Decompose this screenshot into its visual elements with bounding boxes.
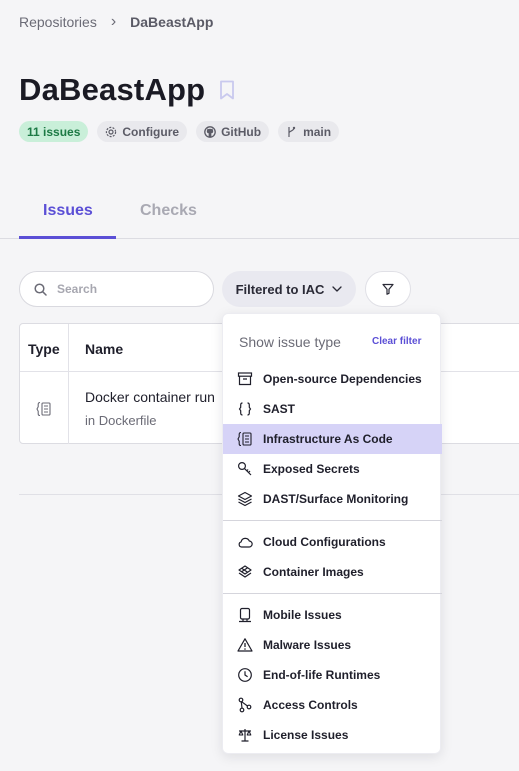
repo-chips: 11 issues Configure GitHub main xyxy=(19,121,340,142)
iac-icon xyxy=(36,401,51,417)
issue-type-filter-button[interactable]: Filtered to IAC xyxy=(222,271,356,307)
title-row: DaBeastApp xyxy=(19,72,235,108)
column-divider xyxy=(68,324,69,444)
menu-item-container-images[interactable]: Container Images xyxy=(223,557,442,587)
menu-item-label: License Issues xyxy=(263,728,349,742)
tab-issues[interactable]: Issues xyxy=(43,202,93,220)
menu-item-label: Infrastructure As Code xyxy=(263,432,393,446)
menu-divider xyxy=(223,593,442,594)
menu-divider xyxy=(223,520,442,521)
key-icon xyxy=(237,461,252,476)
menu-item-access-controls[interactable]: Access Controls xyxy=(223,690,442,720)
branch-label: main xyxy=(303,124,332,139)
page-header: Repositories › DaBeastApp DaBeastApp 11 … xyxy=(0,0,519,239)
menu-item-label: SAST xyxy=(263,402,296,416)
layers-icon xyxy=(237,491,253,507)
github-link[interactable]: GitHub xyxy=(196,121,270,142)
menu-item-sast[interactable]: SAST xyxy=(223,394,442,424)
branch-nodes-icon xyxy=(238,697,252,713)
menu-item-cloud-configurations[interactable]: Cloud Configurations xyxy=(223,527,442,557)
mobile-icon xyxy=(239,607,251,623)
menu-item-label: Open-source Dependencies xyxy=(263,372,422,386)
breadcrumb-repositories-link[interactable]: Repositories xyxy=(19,14,97,30)
menu-item-exposed-secrets[interactable]: Exposed Secrets xyxy=(223,454,442,484)
branch-selector[interactable]: main xyxy=(278,121,340,142)
gear-icon xyxy=(106,126,117,137)
github-icon xyxy=(204,125,216,138)
bookmark-icon[interactable] xyxy=(219,80,235,100)
menu-item-mobile-issues[interactable]: Mobile Issues xyxy=(223,600,442,630)
menu-item-dast-surface-monitoring[interactable]: DAST/Surface Monitoring xyxy=(223,484,442,514)
menu-item-label: DAST/Surface Monitoring xyxy=(263,492,409,506)
menu-item-end-of-life-runtimes[interactable]: End-of-life Runtimes xyxy=(223,660,442,690)
scale-icon xyxy=(238,729,252,742)
package-icon xyxy=(237,372,253,386)
braces-icon xyxy=(238,402,252,416)
github-label: GitHub xyxy=(221,124,262,139)
dropdown-heading: Show issue type xyxy=(239,334,341,350)
menu-item-label: Cloud Configurations xyxy=(263,535,386,549)
git-branch-icon xyxy=(288,126,296,137)
menu-item-license-issues[interactable]: License Issues xyxy=(223,720,442,750)
column-header-type[interactable]: Type xyxy=(28,341,60,357)
cloud-icon xyxy=(238,537,253,548)
menu-item-infrastructure-as-code[interactable]: Infrastructure As Code xyxy=(223,424,442,454)
search-box[interactable] xyxy=(19,271,214,307)
breadcrumb: Repositories › DaBeastApp xyxy=(19,13,213,31)
page-title: DaBeastApp xyxy=(19,72,206,107)
issues-count-badge[interactable]: 11 issues xyxy=(19,121,89,142)
breadcrumb-current: DaBeastApp xyxy=(130,14,214,30)
menu-item-label: Access Controls xyxy=(263,698,358,712)
menu-item-label: Malware Issues xyxy=(263,638,352,652)
issue-name[interactable]: Docker container run xyxy=(85,389,215,405)
column-header-name[interactable]: Name xyxy=(85,341,123,357)
advanced-filter-button[interactable] xyxy=(365,271,411,307)
iac-icon xyxy=(237,431,252,447)
search-icon xyxy=(34,282,47,296)
menu-item-open-source-dependencies[interactable]: Open-source Dependencies xyxy=(223,364,442,394)
clear-filter-link[interactable]: Clear filter xyxy=(372,336,421,347)
filter-label: Filtered to IAC xyxy=(235,281,325,297)
menu-item-label: Mobile Issues xyxy=(263,608,342,622)
active-tab-indicator xyxy=(19,236,116,239)
chevron-down-icon xyxy=(332,286,343,292)
menu-item-label: End-of-life Runtimes xyxy=(263,668,381,682)
container-icon xyxy=(238,565,252,578)
configure-label: Configure xyxy=(122,124,180,139)
configure-button[interactable]: Configure xyxy=(97,121,188,142)
menu-item-label: Exposed Secrets xyxy=(263,462,360,476)
menu-item-label: Container Images xyxy=(263,565,364,579)
funnel-icon xyxy=(382,283,394,295)
chevron-right-icon: › xyxy=(110,13,117,30)
search-input[interactable] xyxy=(57,282,187,296)
clock-icon xyxy=(238,668,252,682)
tab-checks[interactable]: Checks xyxy=(140,202,197,220)
issue-type-dropdown: Show issue type Clear filter Open-source… xyxy=(222,313,442,754)
tab-bar: Issues Checks xyxy=(0,195,519,239)
menu-item-malware-issues[interactable]: Malware Issues xyxy=(223,630,442,660)
issues-count-label: 11 issues xyxy=(27,124,81,139)
issue-location: in Dockerfile xyxy=(85,413,157,428)
warning-icon xyxy=(237,638,253,652)
